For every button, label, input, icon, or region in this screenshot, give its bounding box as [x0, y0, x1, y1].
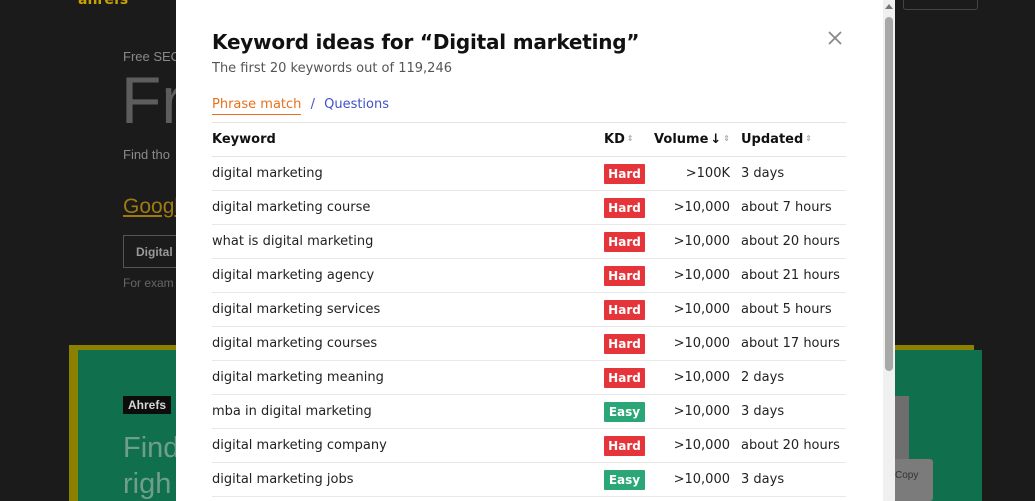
kd-cell: Hard — [604, 258, 654, 293]
keyword-cell: what is digital marketing — [212, 224, 604, 259]
kd-badge: Hard — [604, 367, 645, 388]
tab-separator: / — [310, 97, 315, 112]
keywords-table-body: digital marketing Hard >100K 3 days digital … — [212, 156, 846, 497]
kd-cell: Hard — [604, 190, 654, 225]
scrollbar-thumb[interactable] — [885, 17, 893, 371]
volume-cell: >10,000 — [654, 190, 741, 225]
updated-cell: 2 days — [741, 360, 846, 395]
background-signup-button — [903, 0, 978, 10]
volume-cell: >10,000 — [654, 292, 741, 327]
keyword-cell: digital marketing — [212, 156, 604, 191]
kd-badge: Easy — [604, 401, 645, 422]
keyword-cell: digital marketing services — [212, 292, 604, 327]
background-search-input: Digital — [123, 235, 183, 268]
volume-cell: >10,000 — [654, 462, 741, 497]
column-header-updated[interactable]: Updated ⇕ — [741, 122, 846, 157]
column-header-kd[interactable]: KD ⇕ — [604, 122, 654, 157]
table-row[interactable]: digital marketing course Hard >10,000 about… — [212, 190, 846, 225]
kd-badge: Easy — [604, 469, 645, 490]
background-hero-title: Fr — [121, 63, 184, 137]
table-row[interactable]: mba in digital marketing Easy >10,000 3 day… — [212, 394, 846, 429]
updated-cell: 3 days — [741, 394, 846, 429]
keyword-cell: mba in digital marketing — [212, 394, 604, 429]
volume-cell: >10,000 — [654, 258, 741, 293]
keywords-table: Keyword KD ⇕ Volume ↓ ⇕ Updated ⇕ digital ma… — [212, 122, 846, 497]
sort-icon: ⇕ — [723, 134, 730, 143]
updated-cell: about 20 hours — [741, 224, 846, 259]
column-header-keyword: Keyword — [212, 122, 604, 157]
volume-cell: >10,000 — [654, 360, 741, 395]
background-logo: ahrefs — [78, 0, 129, 8]
sort-descending-icon: ↓ — [710, 132, 722, 147]
volume-cell: >10,000 — [654, 394, 741, 429]
volume-cell: >10,000 — [654, 224, 741, 259]
background-green-title-line1: Find — [123, 432, 180, 464]
keyword-cell: digital marketing agency — [212, 258, 604, 293]
kd-cell: Hard — [604, 428, 654, 463]
background-copy-card: Copy — [893, 459, 933, 501]
updated-cell: about 17 hours — [741, 326, 846, 361]
kd-badge: Hard — [604, 435, 645, 456]
table-row[interactable]: digital marketing agency Hard >10,000 about… — [212, 258, 846, 293]
modal-scrollbar[interactable] — [883, 0, 895, 501]
column-header-volume[interactable]: Volume ↓ ⇕ — [654, 122, 741, 157]
tab-phrase-match[interactable]: Phrase match — [212, 97, 302, 115]
table-row[interactable]: digital marketing company Hard >10,000 abou… — [212, 428, 846, 463]
keyword-cell: digital marketing meaning — [212, 360, 604, 395]
close-button[interactable] — [824, 27, 846, 49]
kd-badge: Hard — [604, 197, 645, 218]
match-type-tabs: Phrase match / Questions — [212, 97, 389, 115]
sort-icon: ⇕ — [805, 134, 812, 143]
volume-cell: >10,000 — [654, 428, 741, 463]
updated-cell: 3 days — [741, 462, 846, 497]
kd-badge: Hard — [604, 265, 645, 286]
kd-badge: Hard — [604, 163, 645, 184]
kd-cell: Easy — [604, 394, 654, 429]
keyword-cell: digital marketing courses — [212, 326, 604, 361]
table-row[interactable]: digital marketing courses Hard >10,000 abou… — [212, 326, 846, 361]
modal-subtitle: The first 20 keywords out of 119,246 — [212, 61, 452, 76]
table-row[interactable]: what is digital marketing Hard >10,000 abou… — [212, 224, 846, 259]
volume-cell: >100K — [654, 156, 741, 191]
updated-cell: about 5 hours — [741, 292, 846, 327]
kd-cell: Hard — [604, 360, 654, 395]
table-header-row: Keyword KD ⇕ Volume ↓ ⇕ Updated ⇕ — [212, 122, 846, 157]
keyword-cell: digital marketing course — [212, 190, 604, 225]
background-google-link: Googl — [123, 195, 180, 218]
kd-cell: Hard — [604, 292, 654, 327]
kd-badge: Hard — [604, 299, 645, 320]
background-description: Find tho — [123, 147, 170, 162]
background-card — [893, 396, 909, 466]
background-green-title: Find righ — [123, 430, 179, 501]
scroll-up-icon[interactable] — [885, 4, 893, 9]
kd-cell: Hard — [604, 326, 654, 361]
updated-cell: about 7 hours — [741, 190, 846, 225]
background-ahrefs-badge: Ahrefs — [123, 396, 172, 414]
kd-cell: Easy — [604, 462, 654, 497]
keyword-ideas-modal: Keyword ideas for “Digital marketing” Th… — [176, 0, 895, 501]
table-row[interactable]: digital marketing jobs Easy >10,000 3 days — [212, 462, 846, 497]
volume-cell: >10,000 — [654, 326, 741, 361]
kd-badge: Hard — [604, 333, 645, 354]
modal-title: Keyword ideas for “Digital marketing” — [212, 30, 640, 54]
kd-badge: Hard — [604, 231, 645, 252]
updated-cell: about 20 hours — [741, 428, 846, 463]
table-row[interactable]: digital marketing meaning Hard >10,000 2 da… — [212, 360, 846, 395]
sort-icon: ⇕ — [626, 134, 634, 143]
table-row[interactable]: digital marketing Hard >100K 3 days — [212, 156, 846, 191]
close-icon — [828, 31, 842, 45]
background-green-title-line2: righ — [123, 468, 172, 500]
tab-questions[interactable]: Questions — [324, 97, 389, 112]
kd-cell: Hard — [604, 156, 654, 191]
kd-cell: Hard — [604, 224, 654, 259]
keyword-cell: digital marketing jobs — [212, 462, 604, 497]
updated-cell: 3 days — [741, 156, 846, 191]
table-row[interactable]: digital marketing services Hard >10,000 abo… — [212, 292, 846, 327]
background-example-text: For exam — [123, 276, 174, 290]
keyword-cell: digital marketing company — [212, 428, 604, 463]
updated-cell: about 21 hours — [741, 258, 846, 293]
